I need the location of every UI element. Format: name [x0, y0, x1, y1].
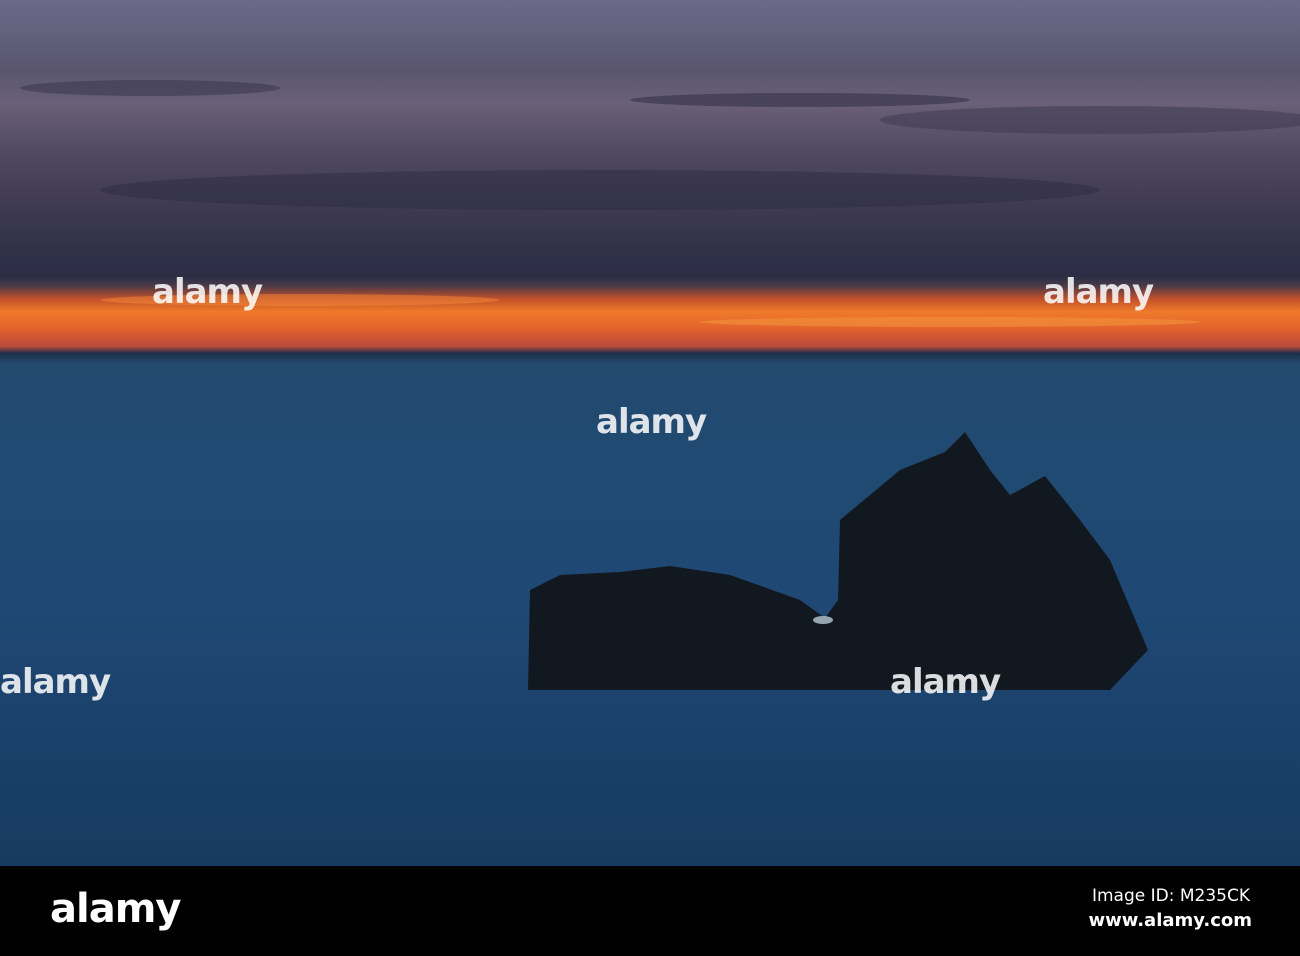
image-id: Image ID: M235CK	[1091, 886, 1250, 906]
sunset-seascape-photo: alamy alamy alamy alamy alamy	[0, 0, 1300, 866]
watermark: alamy	[596, 402, 707, 442]
watermark: alamy	[1043, 272, 1154, 312]
watermark: alamy	[890, 662, 1001, 702]
site-url: www.alamy.com	[1088, 910, 1252, 931]
watermark: alamy	[0, 662, 111, 702]
footer-bar: alamy Image ID: M235CK www.alamy.com	[0, 866, 1300, 956]
watermark: alamy	[152, 272, 263, 312]
alamy-logo: alamy	[50, 886, 181, 932]
stock-photo: alamy alamy alamy alamy alamy alamy Imag…	[0, 0, 1300, 956]
